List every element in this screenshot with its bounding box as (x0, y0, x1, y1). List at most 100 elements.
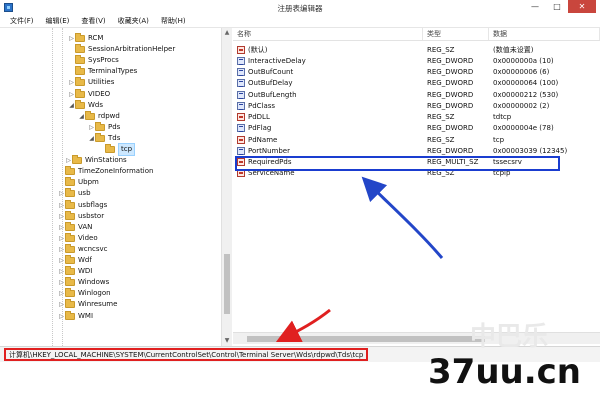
tree-item[interactable]: SysProcs (68, 55, 119, 66)
folder-icon (65, 277, 75, 287)
tree-item[interactable]: tcp (98, 143, 136, 156)
menu-edit[interactable]: 编辑(E) (40, 15, 76, 27)
value-type-cell: REG_DWORD (427, 68, 474, 76)
menu-view[interactable]: 查看(V) (75, 15, 111, 27)
expand-arrow-icon[interactable]: ▷ (68, 89, 75, 100)
scroll-up-icon[interactable]: ▲ (222, 28, 232, 38)
scroll-down-icon[interactable]: ▼ (222, 336, 232, 346)
close-button[interactable]: ✕ (568, 0, 596, 13)
folder-icon (95, 132, 105, 142)
tree-item-label: wcncsvc (78, 244, 108, 253)
tree-item[interactable]: ▷ Winresume (58, 299, 117, 310)
value-name-cell: PortNumber (233, 146, 423, 155)
folder-icon (75, 99, 85, 109)
tree-scroll-thumb[interactable] (224, 254, 230, 314)
value-row[interactable]: InteractiveDelay REG_DWORD 0x0000000a (10) (233, 55, 600, 66)
value-name-cell: PdClass (233, 101, 423, 110)
tree-item[interactable]: ▷ Pds (88, 121, 120, 133)
tree-item-label: WDI (78, 267, 93, 276)
value-row[interactable]: PdFlag REG_DWORD 0x0000004e (78) (233, 123, 600, 134)
value-row[interactable]: OutBufLength REG_DWORD 0x00000212 (530) (233, 89, 600, 100)
tree-item[interactable]: ▷ Wdf (58, 255, 92, 266)
tree-item[interactable]: ▷ RCM (68, 33, 103, 44)
folder-icon (65, 255, 75, 264)
value-row[interactable]: PdClass REG_DWORD 0x00000002 (2) (233, 100, 600, 111)
tree-guide-line (52, 28, 53, 346)
value-row[interactable]: PdName REG_SZ tcp (233, 134, 600, 145)
tree-item-label: Video (78, 233, 98, 242)
expand-arrow-icon[interactable]: ▷ (65, 155, 72, 166)
value-row[interactable]: PortNumber REG_DWORD 0x00003039 (12345) (233, 145, 600, 156)
tree-item[interactable]: ▷ Winlogon (58, 288, 111, 299)
string-value-icon (237, 135, 245, 144)
folder-icon (75, 44, 85, 54)
status-key-path: 计算机\HKEY_LOCAL_MACHINE\SYSTEM\CurrentCon… (4, 348, 369, 361)
tree-item[interactable]: Ubpm (58, 177, 99, 188)
folder-icon (75, 33, 85, 42)
menu-favorites[interactable]: 收藏夹(A) (112, 15, 155, 27)
value-name-cell: OutBufDelay (233, 79, 423, 88)
expand-arrow-icon[interactable]: ▷ (68, 33, 75, 44)
folder-icon (65, 210, 75, 220)
tree-item[interactable]: ▷ usbflags (58, 199, 108, 211)
column-header-data[interactable]: 数据 (489, 28, 600, 40)
minimize-button[interactable]: — (524, 0, 546, 13)
tree-item[interactable]: SessionArbitrationHelper (68, 44, 175, 55)
tree-item-label: rdpwd (98, 111, 120, 120)
list-scroll-thumb[interactable] (247, 336, 485, 342)
maximize-button[interactable]: □ (546, 0, 568, 13)
value-row[interactable]: OutBufDelay REG_DWORD 0x00000064 (100) (233, 78, 600, 89)
value-name-cell: (默认) (233, 45, 423, 55)
folder-icon (65, 188, 75, 198)
tree-item[interactable]: ▷ Windows (58, 277, 109, 288)
tree-item[interactable]: ▷ WDI (58, 266, 92, 277)
tree-item[interactable]: ▷ Utilities (68, 77, 114, 88)
value-data-cell: 0x00003039 (12345) (493, 146, 568, 155)
tree-item-label: VAN (78, 222, 93, 231)
tree-item-label: WinStations (85, 156, 127, 165)
folder-icon (75, 55, 85, 65)
tree-item[interactable]: ◢ rdpwd (78, 110, 120, 122)
tree-item[interactable]: ▷ usbstor (58, 210, 104, 222)
folder-icon (85, 110, 95, 120)
tree-item[interactable]: ▷ wcncsvc (58, 243, 108, 255)
expand-arrow-icon[interactable]: ▷ (68, 77, 75, 88)
menu-bar: 文件(F) 编辑(E) 查看(V) 收藏夹(A) 帮助(H) (0, 15, 600, 28)
expand-arrow-icon[interactable]: ◢ (78, 111, 85, 122)
value-data-cell: 0x00000064 (100) (493, 79, 559, 88)
value-row[interactable]: PdDLL REG_SZ tdtcp (233, 112, 600, 123)
column-header-name[interactable]: 名称 (233, 28, 423, 40)
value-data-cell: 0x00000212 (530) (493, 90, 559, 99)
tree-item[interactable]: ▷ Video (58, 232, 98, 244)
tree-item-label: usbflags (78, 200, 108, 209)
folder-icon (75, 88, 85, 98)
expand-arrow-icon[interactable]: ◢ (88, 133, 95, 144)
expand-arrow-icon[interactable]: ▷ (88, 122, 95, 133)
tree-vertical-scrollbar[interactable]: ▲ ▼ (221, 28, 232, 346)
menu-help[interactable]: 帮助(H) (155, 15, 192, 27)
tree-item[interactable]: ◢ Tds (88, 132, 120, 144)
tree-item[interactable]: TerminalTypes (68, 66, 137, 77)
expand-arrow-icon[interactable]: ◢ (68, 100, 75, 111)
value-name: PortNumber (248, 146, 290, 155)
tree-item-label: Winresume (78, 300, 118, 309)
value-row[interactable]: (默认) REG_SZ (数值未设置) (233, 44, 600, 55)
menu-file[interactable]: 文件(F) (4, 15, 40, 27)
binary-value-icon (237, 101, 245, 110)
value-type-cell: REG_DWORD (427, 56, 474, 65)
tree-item-label: usb (78, 189, 91, 198)
value-type-cell: REG_DWORD (427, 146, 474, 155)
tree-item[interactable]: TimeZoneInformation (58, 166, 153, 177)
tree-item[interactable]: ▷ VAN (58, 221, 93, 233)
tree-item[interactable]: ▷ VIDEO (68, 88, 110, 100)
folder-icon (65, 266, 75, 276)
value-type-cell: REG_SZ (427, 113, 455, 121)
column-header-type[interactable]: 类型 (423, 28, 489, 40)
tree-item[interactable]: ▷ WMI (58, 310, 93, 322)
portnumber-highlight-box (235, 156, 560, 171)
tree-item[interactable]: ◢ Wds (68, 99, 103, 111)
value-data-cell: 0x00000002 (2) (493, 101, 550, 110)
value-row[interactable]: OutBufCount REG_DWORD 0x00000006 (6) (233, 67, 600, 78)
string-value-icon (237, 113, 245, 121)
tree-item[interactable]: ▷ WinStations (65, 155, 127, 166)
